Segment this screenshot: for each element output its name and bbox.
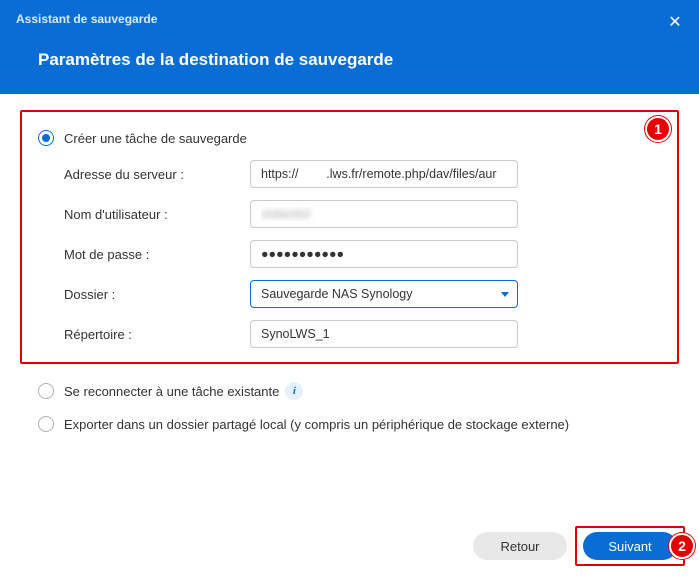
content-area: 1 Créer une tâche de sauvegarde Adresse … [0,94,699,440]
password-label: Mot de passe : [64,247,250,262]
annotation-badge-1: 1 [645,116,671,142]
info-icon[interactable]: i [285,382,303,400]
username-input[interactable] [250,200,518,228]
back-button[interactable]: Retour [473,532,567,560]
radio-option-export[interactable]: Exporter dans un dossier partagé local (… [20,408,679,440]
radio-option-reconnect[interactable]: Se reconnecter à une tâche existante i [20,374,679,408]
next-button[interactable]: Suivant [583,532,677,560]
page-title: Paramètres de la destination de sauvegar… [38,50,683,70]
close-button[interactable]: ✕ [665,12,685,32]
create-task-section: 1 Créer une tâche de sauvegarde Adresse … [20,110,679,364]
close-icon: ✕ [668,12,681,32]
radio-icon [38,383,54,399]
radio-label: Se reconnecter à une tâche existante [64,384,279,399]
dialog-header: Assistant de sauvegarde Paramètres de la… [0,0,699,94]
server-label: Adresse du serveur : [64,167,250,182]
form-fields: Adresse du serveur : Nom d'utilisateur :… [64,160,661,348]
server-address-input[interactable] [250,160,518,188]
app-title: Assistant de sauvegarde [16,12,683,26]
radio-icon [38,130,54,146]
folder-select-value: Sauvegarde NAS Synology [261,287,412,301]
row-folder: Dossier : Sauvegarde NAS Synology [64,280,661,308]
directory-label: Répertoire : [64,327,250,342]
chevron-down-icon [501,292,509,297]
directory-input[interactable] [250,320,518,348]
folder-label: Dossier : [64,287,250,302]
row-directory: Répertoire : [64,320,661,348]
next-button-highlight: Suivant 2 [575,526,685,566]
footer-buttons: Retour Suivant 2 [473,526,685,566]
row-server: Adresse du serveur : [64,160,661,188]
radio-icon [38,416,54,432]
password-input[interactable] [250,240,518,268]
row-pass: Mot de passe : [64,240,661,268]
username-label: Nom d'utilisateur : [64,207,250,222]
radio-option-create[interactable]: Créer une tâche de sauvegarde [38,126,661,150]
radio-label: Exporter dans un dossier partagé local (… [64,417,569,432]
radio-label: Créer une tâche de sauvegarde [64,131,247,146]
row-user: Nom d'utilisateur : [64,200,661,228]
folder-select[interactable]: Sauvegarde NAS Synology [250,280,518,308]
annotation-badge-2: 2 [669,533,695,559]
